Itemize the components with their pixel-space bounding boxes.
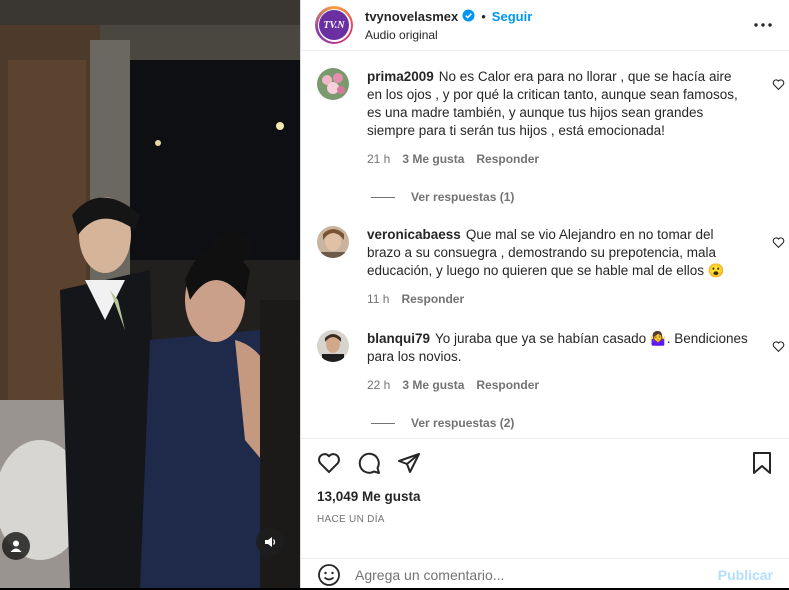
comment-avatar[interactable]	[317, 330, 349, 362]
comment-meta: 21 h 3 Me gusta Responder	[367, 150, 749, 168]
comment-meta: 11 h Responder	[367, 290, 749, 308]
reply-button[interactable]: Responder	[476, 376, 539, 394]
comment-item: blanqui79 Yo juraba que ya se habían casa…	[301, 322, 789, 394]
comment-username[interactable]: prima2009	[367, 69, 434, 84]
speaker-icon	[265, 537, 276, 547]
reply-button[interactable]: Responder	[476, 150, 539, 168]
comment-text-block: veronicabaess Que mal se vio Alejandro en…	[367, 226, 749, 280]
post-timestamp[interactable]: HACE UN DÍA	[317, 514, 773, 525]
avatar-frame: TV.N	[317, 8, 351, 42]
comment-time[interactable]: 11 h	[367, 290, 389, 308]
comment-avatar[interactable]	[317, 226, 349, 258]
comment-icon[interactable]	[357, 451, 381, 475]
view-replies-label: Ver respuestas (1)	[411, 190, 515, 204]
comment-avatar[interactable]	[317, 68, 349, 100]
author-avatar[interactable]: TV.N	[315, 6, 353, 44]
comments-list[interactable]: prima2009 No es Calor era para no llorar …	[301, 60, 789, 438]
follow-button[interactable]: Seguir	[492, 9, 532, 24]
heart-icon[interactable]	[317, 451, 341, 475]
separator-dot: •	[481, 9, 486, 24]
user-tag-icon	[10, 540, 22, 552]
comment-time[interactable]: 21 h	[367, 150, 390, 168]
comment-item: veronicabaess Que mal se vio Alejandro en…	[301, 218, 789, 308]
more-options-button[interactable]	[751, 13, 775, 37]
view-replies-button[interactable]: Ver respuestas (2)	[301, 416, 789, 430]
publish-button[interactable]: Publicar	[718, 567, 773, 583]
post-sidebar: TV.N tvynovelasmex • Seguir Audio origin…	[300, 0, 789, 588]
replies-divider	[371, 196, 395, 198]
avatar-logo: TV.N	[319, 10, 349, 40]
comment-likes[interactable]: 3 Me gusta	[402, 150, 464, 168]
author-username[interactable]: tvynovelasmex	[365, 9, 458, 24]
replies-divider	[371, 422, 395, 424]
header-line: tvynovelasmex • Seguir	[365, 9, 751, 25]
video-frame	[0, 0, 300, 588]
comment-time[interactable]: 22 h	[367, 376, 390, 394]
post-dialog: TV.N tvynovelasmex • Seguir Audio origin…	[0, 0, 789, 588]
comment-item: prima2009 No es Calor era para no llorar …	[301, 60, 789, 168]
comment-text-block: blanqui79 Yo juraba que ya se habían casa…	[367, 330, 749, 366]
comment-username[interactable]: veronicabaess	[367, 227, 461, 242]
verified-badge-icon	[462, 9, 475, 25]
post-header: TV.N tvynovelasmex • Seguir Audio origin…	[301, 0, 789, 51]
comment-body: blanqui79 Yo juraba que ya se habían casa…	[367, 330, 749, 394]
comment-input[interactable]	[355, 566, 718, 583]
user-tag-button[interactable]	[2, 532, 30, 560]
action-icons	[317, 451, 773, 475]
comment-body: veronicabaess Que mal se vio Alejandro en…	[367, 226, 749, 308]
comment-like-icon[interactable]	[772, 340, 785, 353]
comment-text-block: prima2009 No es Calor era para no llorar …	[367, 68, 749, 140]
more-horizontal-icon	[754, 23, 772, 27]
reply-button[interactable]: Responder	[401, 290, 464, 308]
emoji-icon[interactable]	[317, 563, 341, 587]
post-video[interactable]	[0, 0, 300, 588]
comment-meta: 22 h 3 Me gusta Responder	[367, 376, 749, 394]
comment-composer: Publicar	[301, 558, 789, 590]
likes-count[interactable]: 13,049 Me gusta	[317, 489, 773, 504]
comment-username[interactable]: blanqui79	[367, 331, 430, 346]
share-icon[interactable]	[397, 451, 421, 475]
header-text: tvynovelasmex • Seguir Audio original	[365, 9, 751, 42]
audio-label[interactable]: Audio original	[365, 28, 751, 42]
audio-toggle-button[interactable]	[256, 528, 284, 556]
comment-likes[interactable]: 3 Me gusta	[402, 376, 464, 394]
view-replies-button[interactable]: Ver respuestas (1)	[301, 190, 789, 204]
comment-body: prima2009 No es Calor era para no llorar …	[367, 68, 749, 168]
comment-like-icon[interactable]	[772, 236, 785, 249]
post-actions: 13,049 Me gusta HACE UN DÍA	[301, 438, 789, 525]
bookmark-icon[interactable]	[751, 451, 773, 475]
view-replies-label: Ver respuestas (2)	[411, 416, 515, 430]
comment-like-icon[interactable]	[772, 78, 785, 91]
